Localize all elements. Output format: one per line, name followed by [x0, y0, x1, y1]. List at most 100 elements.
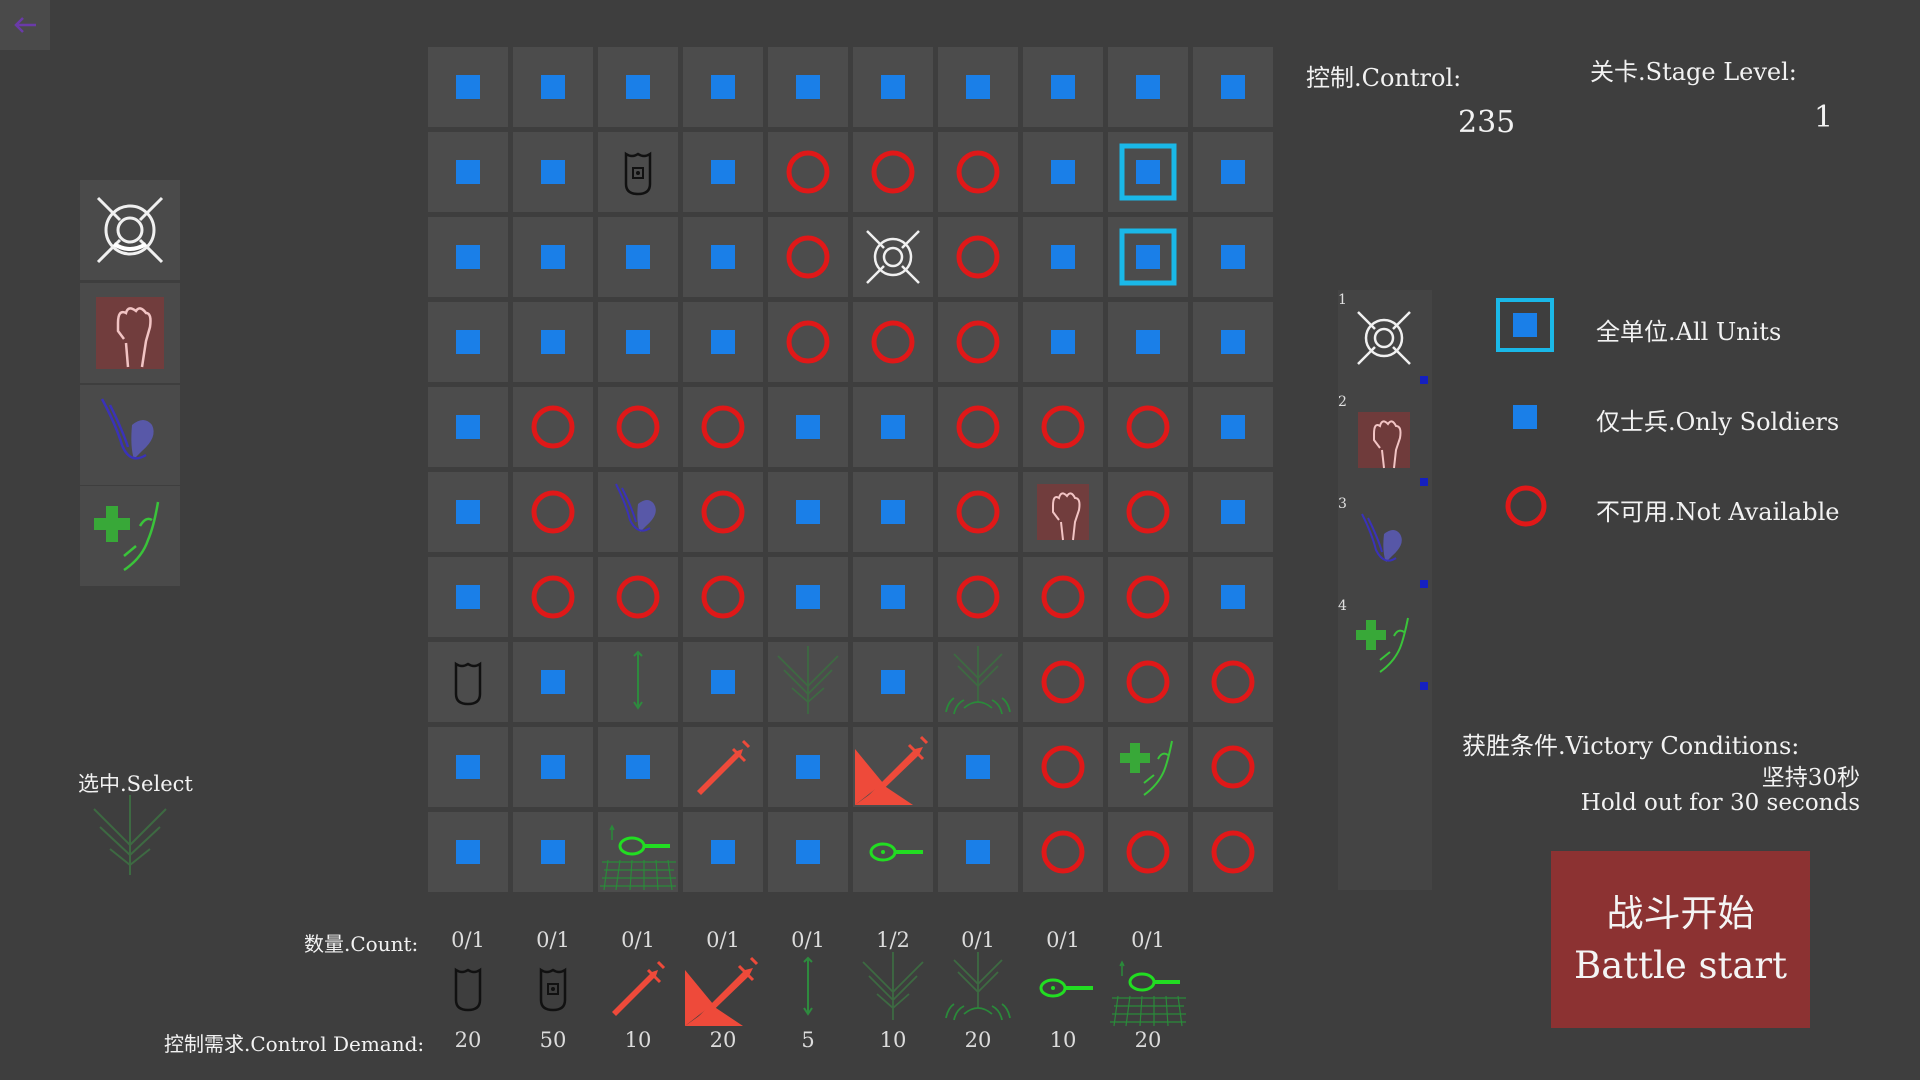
grid-cell-all[interactable] — [1108, 132, 1188, 212]
grid-cell-fist[interactable] — [1023, 472, 1103, 552]
arrow-rain-icon[interactable] — [853, 948, 933, 1028]
grid-cell-soldier[interactable] — [1193, 472, 1273, 552]
grid-cell-soldier[interactable] — [853, 387, 933, 467]
grid-cell-soldier[interactable] — [1023, 47, 1103, 127]
arrow-storm-icon[interactable] — [938, 948, 1018, 1028]
grid-cell-soldier[interactable] — [768, 472, 848, 552]
grid-cell-soldier[interactable] — [428, 132, 508, 212]
grid-cell-blocked[interactable] — [768, 302, 848, 382]
racket-icon[interactable] — [1023, 948, 1103, 1028]
grid-cell-blocked[interactable] — [513, 387, 593, 467]
racket-field-icon[interactable] — [1108, 948, 1188, 1028]
grid-cell-blocked[interactable] — [683, 387, 763, 467]
grid-cell-soldier[interactable] — [428, 472, 508, 552]
grid-cell-soldier[interactable] — [513, 47, 593, 127]
grid-cell-blocked[interactable] — [683, 472, 763, 552]
grid-cell-arrow-storm[interactable] — [938, 642, 1018, 722]
grid-cell-arrow[interactable] — [598, 642, 678, 722]
grid-cell-shield[interactable] — [428, 642, 508, 722]
grid-cell-blocked[interactable] — [853, 302, 933, 382]
grid-cell-soldier[interactable] — [1193, 387, 1273, 467]
shield-icon[interactable] — [428, 948, 508, 1028]
grid-cell-soldier[interactable] — [598, 217, 678, 297]
grid-cell-blocked[interactable] — [938, 387, 1018, 467]
grid-cell-soldier[interactable] — [598, 727, 678, 807]
grid-cell-all[interactable] — [1108, 217, 1188, 297]
grid-cell-heart-hand[interactable] — [598, 472, 678, 552]
grid-cell-blocked[interactable] — [1108, 812, 1188, 892]
grid-cell-blocked[interactable] — [938, 132, 1018, 212]
grid-cell-soldier[interactable] — [1023, 217, 1103, 297]
grid-cell-soldier[interactable] — [513, 217, 593, 297]
grid-cell-blocked[interactable] — [683, 557, 763, 637]
grid-cell-target[interactable] — [853, 217, 933, 297]
grid-cell-blocked[interactable] — [513, 472, 593, 552]
grid-cell-racket[interactable] — [853, 812, 933, 892]
grid-cell-blocked[interactable] — [1193, 727, 1273, 807]
grid-cell-sword[interactable] — [683, 727, 763, 807]
grid-cell-soldier[interactable] — [513, 132, 593, 212]
grid-cell-soldier[interactable] — [683, 217, 763, 297]
unit-slot-heart-hand[interactable] — [80, 385, 180, 485]
grid-cell-soldier[interactable] — [853, 47, 933, 127]
grid-cell-soldier[interactable] — [1023, 132, 1103, 212]
grid-cell-soldier[interactable] — [938, 47, 1018, 127]
grid-cell-soldier[interactable] — [1193, 217, 1273, 297]
grid-cell-soldier[interactable] — [768, 727, 848, 807]
grid-cell-soldier[interactable] — [428, 557, 508, 637]
grid-cell-soldier[interactable] — [768, 557, 848, 637]
grid-cell-blocked[interactable] — [1108, 642, 1188, 722]
grid-cell-soldier[interactable] — [513, 302, 593, 382]
grid-cell-soldier[interactable] — [513, 727, 593, 807]
grid-cell-soldier[interactable] — [428, 302, 508, 382]
grid-cell-soldier[interactable] — [513, 642, 593, 722]
grid-cell-soldier[interactable] — [853, 557, 933, 637]
shield-eye-icon[interactable] — [513, 948, 593, 1028]
grid-cell-soldier[interactable] — [768, 387, 848, 467]
grid-cell-soldier[interactable] — [1108, 302, 1188, 382]
back-button[interactable] — [0, 0, 50, 50]
grid-cell-racket-field[interactable] — [598, 812, 678, 892]
grid-cell-soldier[interactable] — [853, 642, 933, 722]
grid-cell-soldier[interactable] — [1108, 47, 1188, 127]
grid-cell-blocked[interactable] — [1023, 387, 1103, 467]
grid-cell-soldier[interactable] — [938, 812, 1018, 892]
grid-cell-blocked[interactable] — [938, 217, 1018, 297]
grid-cell-blocked[interactable] — [1108, 472, 1188, 552]
grid-cell-soldier[interactable] — [428, 47, 508, 127]
sword-big-icon[interactable] — [683, 948, 763, 1028]
grid-cell-blocked[interactable] — [1023, 557, 1103, 637]
grid-cell-soldier[interactable] — [1023, 302, 1103, 382]
grid-cell-heal-hand[interactable] — [1108, 727, 1188, 807]
grid-cell-soldier[interactable] — [683, 642, 763, 722]
grid-cell-blocked[interactable] — [1023, 812, 1103, 892]
grid-cell-blocked[interactable] — [853, 132, 933, 212]
unit-slot-target[interactable] — [80, 180, 180, 280]
grid-cell-blocked[interactable] — [938, 302, 1018, 382]
grid-cell-soldier[interactable] — [1193, 557, 1273, 637]
grid-cell-blocked[interactable] — [768, 132, 848, 212]
grid-cell-blocked[interactable] — [1023, 727, 1103, 807]
grid-cell-soldier[interactable] — [1193, 47, 1273, 127]
arrow-icon[interactable] — [768, 948, 848, 1028]
unit-slot-fist[interactable] — [80, 283, 180, 383]
grid-cell-shield-eye[interactable] — [598, 132, 678, 212]
grid-cell-arrow-rain[interactable] — [768, 642, 848, 722]
grid-cell-blocked[interactable] — [1193, 642, 1273, 722]
grid-cell-soldier[interactable] — [683, 302, 763, 382]
grid-cell-blocked[interactable] — [513, 557, 593, 637]
grid-cell-soldier[interactable] — [768, 47, 848, 127]
battle-start-button[interactable]: 战斗开始 Battle start — [1551, 851, 1810, 1028]
grid-cell-soldier[interactable] — [1193, 302, 1273, 382]
grid-cell-soldier[interactable] — [683, 812, 763, 892]
grid-cell-soldier[interactable] — [768, 812, 848, 892]
unit-slot-heal-hand[interactable] — [80, 486, 180, 586]
grid-cell-soldier[interactable] — [938, 727, 1018, 807]
grid-cell-blocked[interactable] — [1023, 642, 1103, 722]
grid-cell-blocked[interactable] — [1193, 812, 1273, 892]
grid-cell-soldier[interactable] — [1193, 132, 1273, 212]
grid-cell-blocked[interactable] — [1108, 557, 1188, 637]
grid-cell-blocked[interactable] — [598, 557, 678, 637]
grid-cell-blocked[interactable] — [768, 217, 848, 297]
grid-cell-soldier[interactable] — [853, 472, 933, 552]
